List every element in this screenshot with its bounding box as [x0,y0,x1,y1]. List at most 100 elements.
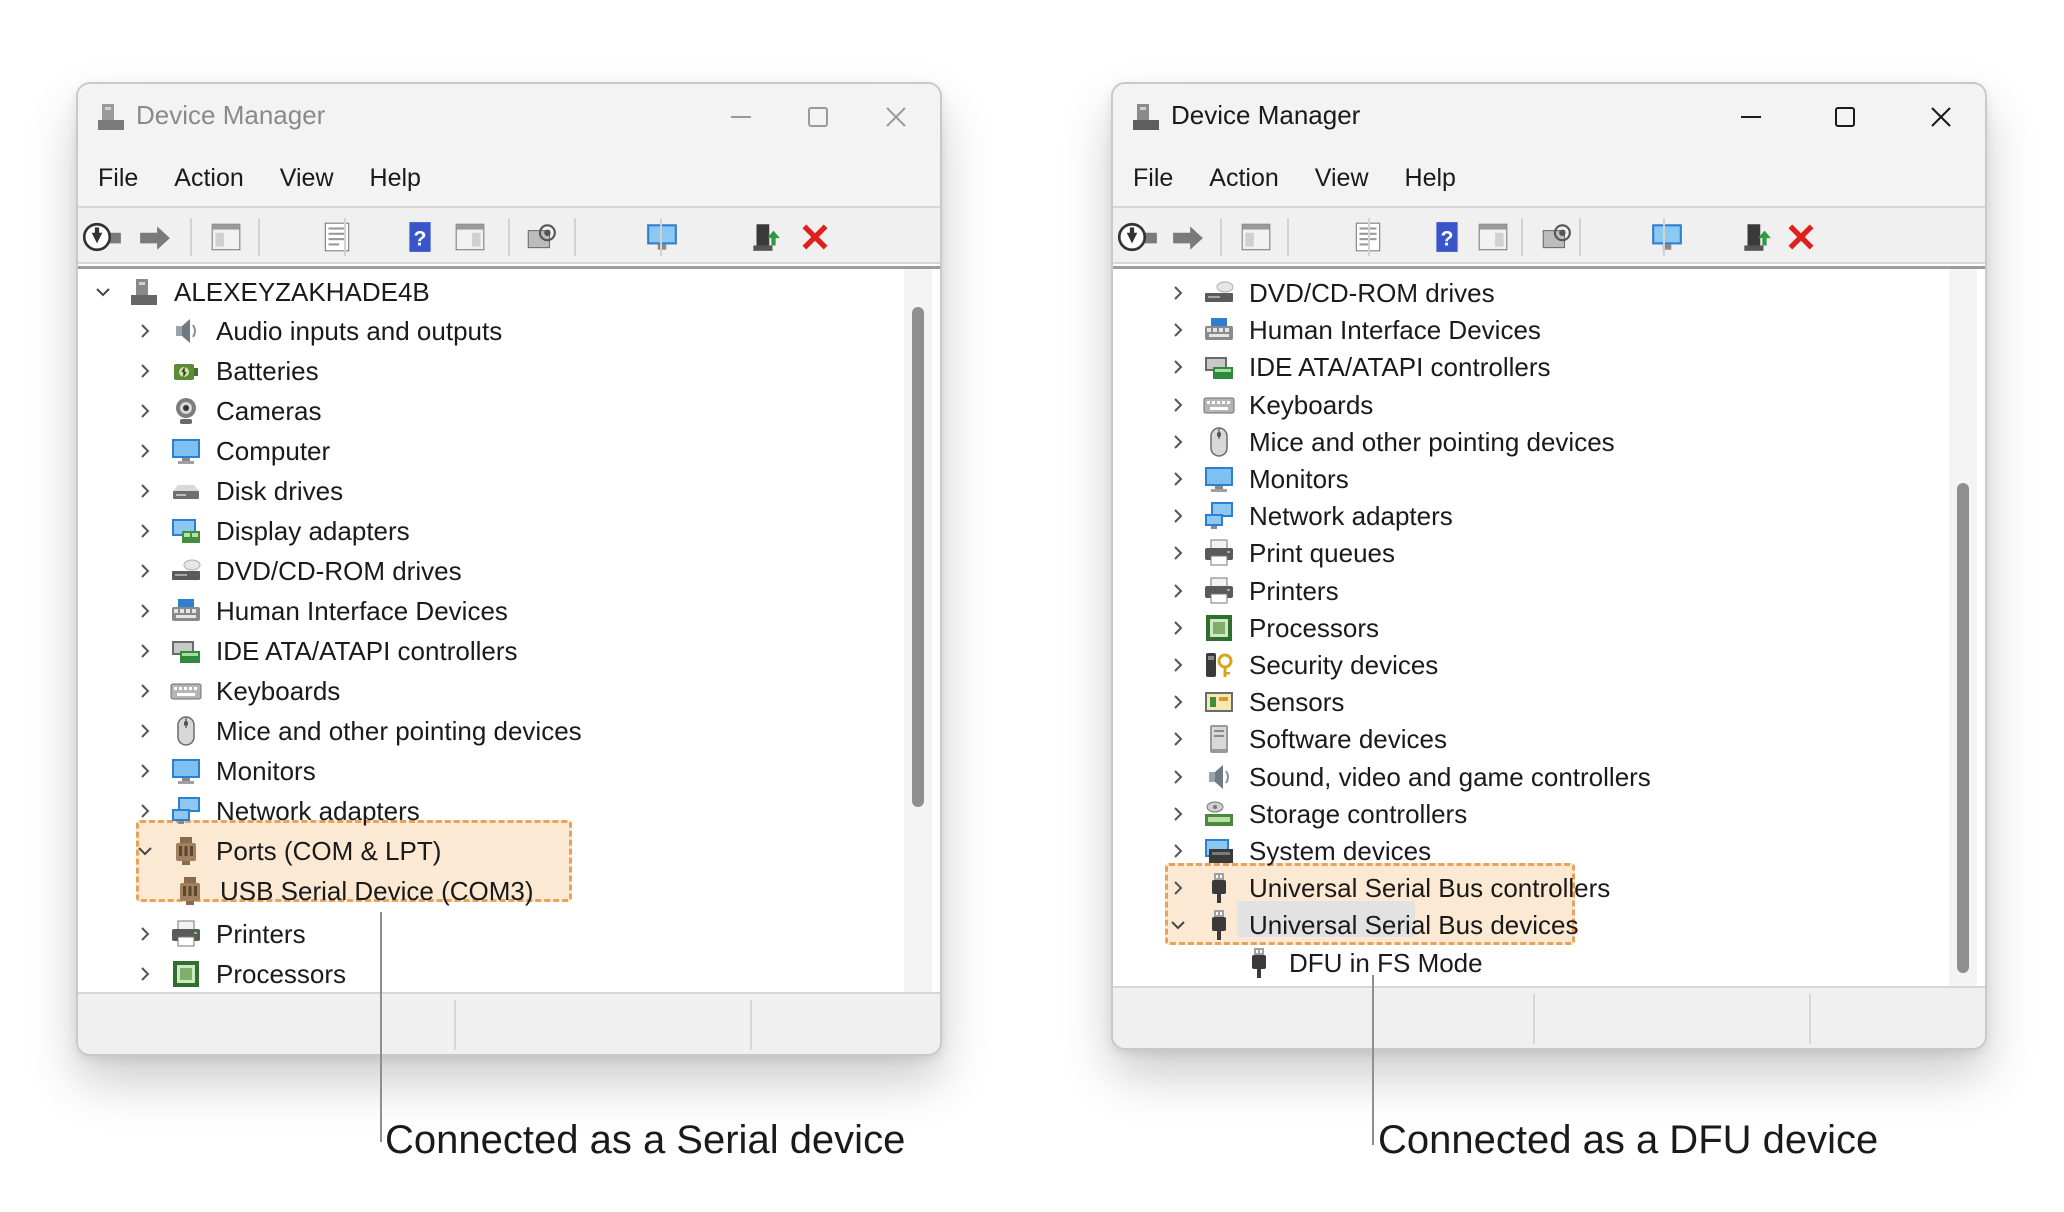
tree-category-item[interactable]: Network adapters [134,791,420,831]
chevron-right-icon[interactable] [1167,542,1189,564]
tree-category-item[interactable]: Computer [134,431,330,471]
chevron-right-icon[interactable] [134,360,156,382]
chevron-right-icon[interactable] [134,600,156,622]
menu-file[interactable]: File [1133,164,1173,193]
menu-action[interactable]: Action [174,164,243,193]
monitor-scan-button[interactable] [1648,218,1686,256]
chevron-right-icon[interactable] [1167,728,1189,750]
tree-category-item[interactable]: Cameras [134,391,321,431]
show-hide-tree-button[interactable] [207,218,245,256]
tree-category-item[interactable]: Universal Serial Bus controllers [1167,868,1610,908]
tree-category-item[interactable]: Printers [134,914,306,954]
properties-button[interactable] [318,218,356,256]
chevron-right-icon[interactable] [1167,580,1189,602]
tree-category-item[interactable]: Processors [134,954,346,994]
chevron-right-icon[interactable] [1167,319,1189,341]
chevron-right-icon[interactable] [134,440,156,462]
device-tree[interactable]: ALEXEYZAKHADE4B Audio inputs and outputs B… [78,266,940,996]
chevron-right-icon[interactable] [1167,356,1189,378]
tree-category-item[interactable]: IDE ATA/ATAPI controllers [134,631,518,671]
action-pane-button[interactable] [451,218,489,256]
chevron-right-icon[interactable] [1167,505,1189,527]
close-button[interactable] [866,92,926,142]
chevron-right-icon[interactable] [1167,468,1189,490]
tree-category-item[interactable]: Ports (COM & LPT) [134,831,441,871]
maximize-button[interactable] [788,92,848,142]
help-button[interactable]: ? [1428,218,1466,256]
menu-view[interactable]: View [1315,164,1369,193]
chevron-right-icon[interactable] [1167,654,1189,676]
scrollbar-thumb[interactable] [912,307,924,807]
tree-category-item[interactable]: Sensors [1167,682,1344,722]
menu-view[interactable]: View [280,164,334,193]
close-button[interactable] [1911,92,1971,142]
chevron-right-icon[interactable] [134,720,156,742]
chevron-right-icon[interactable] [1167,766,1189,788]
tree-category-item[interactable]: Monitors [134,751,316,791]
chevron-right-icon[interactable] [134,640,156,662]
device-tree[interactable]: DVD/CD-ROM drives Human Interface Devices… [1113,266,1985,998]
tree-category-item[interactable]: Mice and other pointing devices [1167,422,1615,462]
tree-root-computer[interactable]: ALEXEYZAKHADE4B [92,272,430,312]
tree-category-item[interactable]: Keyboards [134,671,340,711]
tree-category-item[interactable]: Universal Serial Bus devices [1167,905,1578,945]
tree-category-item[interactable]: System devices [1167,831,1431,871]
chevron-right-icon[interactable] [1167,617,1189,639]
chevron-right-icon[interactable] [1167,840,1189,862]
chevron-right-icon[interactable] [134,923,156,945]
vertical-scrollbar[interactable] [904,269,932,996]
tree-child-item[interactable]: DFU in FS Mode [1243,943,1483,983]
chevron-right-icon[interactable] [134,560,156,582]
tree-category-item[interactable]: Batteries [134,351,319,391]
tree-child-item[interactable]: USB Serial Device (COM3) [174,871,534,911]
chevron-down-icon[interactable] [92,281,114,303]
chevron-right-icon[interactable] [134,800,156,822]
tree-category-item[interactable]: DVD/CD-ROM drives [1167,273,1495,313]
scan-hardware-button[interactable] [522,218,560,256]
tree-category-item[interactable]: Print queues [1167,533,1395,573]
forward-arrow-button[interactable] [136,218,174,256]
menu-file[interactable]: File [98,164,138,193]
disable-device-button[interactable] [78,218,116,256]
chevron-down-icon[interactable] [1167,914,1189,936]
disable-device-button[interactable] [1113,218,1151,256]
uninstall-device-button[interactable] [1782,218,1820,256]
chevron-right-icon[interactable] [1167,394,1189,416]
chevron-right-icon[interactable] [1167,431,1189,453]
tree-category-item[interactable]: Keyboards [1167,385,1373,425]
minimize-button[interactable] [711,92,771,142]
tree-category-item[interactable]: Human Interface Devices [134,591,508,631]
tree-category-item[interactable]: Storage controllers [1167,794,1467,834]
tree-category-item[interactable]: Mice and other pointing devices [134,711,582,751]
chevron-right-icon[interactable] [1167,877,1189,899]
tree-category-item[interactable]: DVD/CD-ROM drives [134,551,462,591]
update-driver-button[interactable] [1737,218,1775,256]
chevron-right-icon[interactable] [134,400,156,422]
tree-category-item[interactable]: Monitors [1167,459,1349,499]
title-bar[interactable]: Device Manager [1113,84,1985,150]
tree-category-item[interactable]: Audio inputs and outputs [134,311,502,351]
menu-action[interactable]: Action [1209,164,1278,193]
tree-category-item[interactable]: IDE ATA/ATAPI controllers [1167,347,1551,387]
scrollbar-thumb[interactable] [1957,483,1969,973]
tree-category-item[interactable]: Human Interface Devices [1167,310,1541,350]
chevron-right-icon[interactable] [134,963,156,985]
tree-category-item[interactable]: Network adapters [1167,496,1453,536]
tree-category-item[interactable]: Processors [1167,608,1379,648]
chevron-right-icon[interactable] [1167,803,1189,825]
action-pane-button[interactable] [1474,218,1512,256]
chevron-down-icon[interactable] [134,840,156,862]
menu-help[interactable]: Help [1405,164,1456,193]
vertical-scrollbar[interactable] [1949,269,1977,998]
maximize-button[interactable] [1815,92,1875,142]
chevron-right-icon[interactable] [134,680,156,702]
tree-category-item[interactable]: Sound, video and game controllers [1167,757,1651,797]
uninstall-device-button[interactable] [796,218,834,256]
tree-category-item[interactable]: Display adapters [134,511,410,551]
show-hide-tree-button[interactable] [1237,218,1275,256]
chevron-right-icon[interactable] [1167,691,1189,713]
tree-category-item[interactable]: Security devices [1167,645,1438,685]
monitor-scan-button[interactable] [643,218,681,256]
chevron-right-icon[interactable] [134,320,156,342]
tree-category-item[interactable]: Software devices [1167,719,1447,759]
